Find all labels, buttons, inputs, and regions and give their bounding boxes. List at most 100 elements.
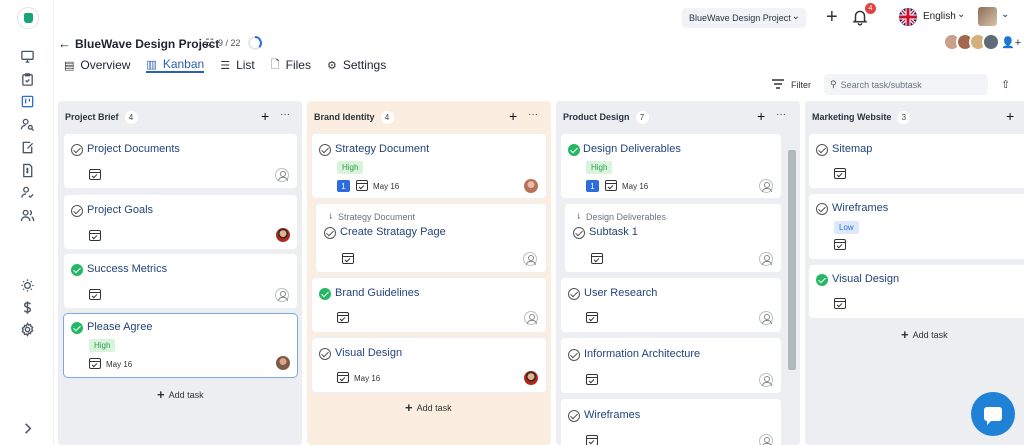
calendar-icon[interactable] [834, 298, 846, 309]
project-select[interactable]: BlueWave Design Project ⌄ [682, 8, 806, 28]
task-check-icon[interactable] [816, 274, 828, 286]
back-arrow-icon[interactable]: ← [58, 36, 71, 51]
expand-chevron-icon[interactable] [18, 419, 36, 437]
calendar-icon[interactable] [591, 253, 603, 264]
assignee-avatar[interactable] [524, 371, 538, 385]
column-menu-icon[interactable]: ··· [280, 109, 290, 120]
add-plus-button[interactable]: + [826, 7, 838, 27]
app-logo-icon[interactable] [17, 7, 39, 29]
chat-support-button[interactable] [971, 392, 1015, 436]
task-check-icon[interactable] [324, 227, 336, 239]
clipboard-check-icon[interactable] [18, 70, 36, 88]
add-task-button[interactable]: + Add task [901, 327, 948, 342]
assignee-placeholder-icon[interactable] [759, 311, 773, 325]
task-check-icon[interactable] [71, 205, 83, 217]
calendar-icon[interactable] [89, 169, 101, 180]
calendar-icon[interactable] [89, 289, 101, 300]
calendar-icon[interactable] [586, 374, 598, 385]
column-menu-icon[interactable]: ··· [776, 109, 786, 120]
calendar-icon[interactable] [586, 312, 598, 323]
assignee-placeholder-icon[interactable] [759, 252, 773, 266]
user-search-icon[interactable] [18, 115, 36, 133]
task-card[interactable]: Please Agree High May 16 [64, 314, 297, 377]
task-card[interactable]: Wireframes Low [809, 194, 1024, 259]
task-card[interactable]: Sitemap [809, 134, 1024, 188]
calendar-icon[interactable] [586, 435, 598, 445]
assignee-placeholder-icon[interactable] [524, 311, 538, 325]
assignee-avatar[interactable] [276, 228, 290, 242]
task-card[interactable]: Design Deliverables High 1 May 16 [561, 134, 781, 198]
calendar-icon[interactable] [605, 180, 617, 191]
task-check-icon[interactable] [568, 410, 580, 422]
task-check-icon[interactable] [568, 144, 580, 156]
user-avatar[interactable] [978, 7, 997, 26]
task-card[interactable]: Wireframes [561, 399, 781, 445]
chevron-down-icon[interactable]: ⌄ [957, 9, 965, 20]
calendar-icon[interactable] [337, 372, 349, 383]
add-member-icon[interactable]: 👤+ [1001, 36, 1021, 49]
sun-icon[interactable] [18, 276, 36, 294]
task-check-icon[interactable] [71, 322, 83, 334]
column-scrollbar[interactable] [788, 150, 796, 370]
add-task-button[interactable]: + Add task [157, 387, 204, 402]
invoice-dollar-icon[interactable] [18, 161, 36, 179]
add-card-plus-button[interactable]: + [509, 108, 517, 124]
task-card[interactable]: Visual Design May 16 [312, 338, 546, 392]
calendar-icon[interactable] [356, 180, 368, 191]
calendar-icon[interactable] [89, 358, 101, 369]
member-avatars[interactable] [943, 33, 1000, 51]
add-card-plus-button[interactable]: + [757, 108, 765, 124]
task-card[interactable]: User Research [561, 278, 781, 332]
task-check-icon[interactable] [71, 144, 83, 156]
calendar-icon[interactable] [89, 230, 101, 241]
edit-document-icon[interactable] [18, 138, 36, 156]
task-check-icon[interactable] [568, 288, 580, 300]
assignee-placeholder-icon[interactable] [759, 434, 773, 445]
chevron-down-icon[interactable]: ⌄ [1001, 9, 1009, 20]
calendar-icon[interactable] [834, 239, 846, 250]
assignee-placeholder-icon[interactable] [759, 373, 773, 387]
task-check-icon[interactable] [319, 348, 331, 360]
filter-icon[interactable] [772, 79, 784, 89]
task-card[interactable]: Visual Design [809, 265, 1024, 318]
add-card-plus-button[interactable]: + [261, 108, 269, 124]
task-check-icon[interactable] [568, 349, 580, 361]
task-check-icon[interactable] [573, 227, 585, 239]
tab-overview[interactable]: ▤ Overview [64, 57, 130, 73]
kanban-board-icon[interactable] [18, 92, 36, 110]
assignee-avatar[interactable] [276, 356, 290, 370]
task-card[interactable]: Brand Guidelines [312, 278, 546, 332]
search-input[interactable] [840, 79, 981, 90]
monitor-icon[interactable] [18, 47, 36, 65]
add-card-plus-button[interactable]: + [1006, 108, 1014, 124]
uk-flag-icon[interactable] [899, 8, 917, 26]
language-select[interactable]: English [923, 11, 956, 22]
task-card[interactable]: Project Goals [64, 195, 297, 249]
user-check-icon[interactable] [18, 183, 36, 201]
task-check-icon[interactable] [319, 288, 331, 300]
assignee-placeholder-icon[interactable] [275, 288, 289, 302]
assignee-placeholder-icon[interactable] [275, 168, 289, 182]
tab-list[interactable]: ☰ List [220, 57, 255, 73]
tab-settings[interactable]: ⚙ Settings [327, 57, 386, 73]
add-task-button[interactable]: + Add task [405, 400, 452, 415]
gear-icon[interactable] [18, 320, 36, 338]
filter-button[interactable]: Filter [791, 80, 811, 90]
task-check-icon[interactable] [319, 144, 331, 156]
subtask-card[interactable]: ⇂ Design Deliverables Subtask 1 [565, 204, 781, 272]
task-card[interactable]: Strategy Document High 1 May 16 [312, 134, 546, 198]
assignee-placeholder-icon[interactable] [523, 252, 537, 266]
calendar-icon[interactable] [337, 312, 349, 323]
task-check-icon[interactable] [71, 264, 83, 276]
assignee-placeholder-icon[interactable] [759, 179, 773, 193]
tab-files[interactable]: 🗋 Files [271, 57, 311, 73]
users-icon[interactable] [18, 206, 36, 224]
task-check-icon[interactable] [816, 203, 828, 215]
task-check-icon[interactable] [816, 144, 828, 156]
column-menu-icon[interactable]: ··· [528, 109, 538, 120]
calendar-icon[interactable] [342, 253, 354, 264]
export-upload-icon[interactable]: ⇧ [1001, 78, 1010, 91]
calendar-icon[interactable] [834, 168, 846, 179]
subtask-card[interactable]: ⇂ Strategy Document Create Stratagy Page [316, 204, 546, 272]
task-card[interactable]: Information Architecture [561, 338, 781, 393]
